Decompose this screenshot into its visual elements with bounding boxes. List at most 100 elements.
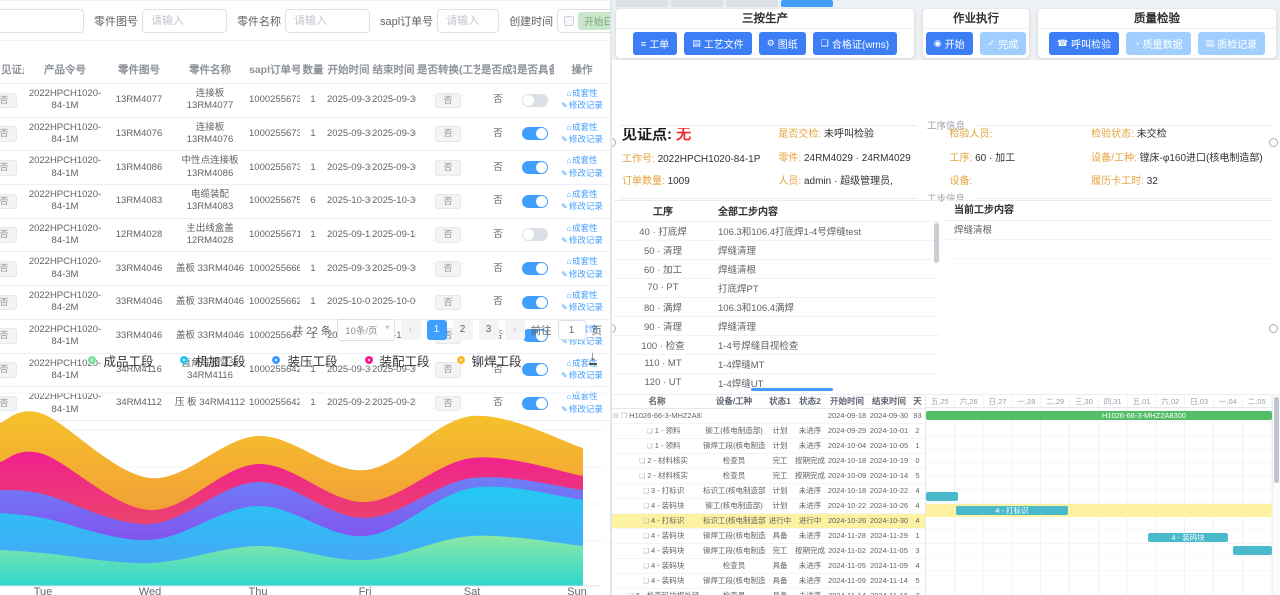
collapse-icon[interactable]: ⊟ bbox=[613, 413, 619, 420]
timeline-day-label: 一,04 bbox=[1214, 395, 1243, 407]
ready-toggle[interactable] bbox=[522, 228, 548, 241]
info-label: 工序: bbox=[950, 153, 976, 164]
jump-page-input[interactable] bbox=[558, 320, 586, 340]
gantt-scrollbar[interactable] bbox=[1272, 395, 1280, 595]
modify-record-link[interactable]: ✎修改记录 bbox=[561, 201, 603, 212]
info-item: 见证点: 无 bbox=[622, 128, 772, 143]
download-icon[interactable]: ↓ bbox=[589, 350, 598, 365]
gantt-end-cell: 2024-10-01 bbox=[868, 423, 910, 438]
completeness-link[interactable]: ⌂成套性 bbox=[566, 256, 597, 267]
legend-item[interactable]: 机加工段 bbox=[180, 351, 245, 370]
ready-toggle[interactable] bbox=[522, 262, 548, 275]
modify-record-link[interactable]: ✎修改记录 bbox=[561, 235, 603, 246]
gantt-bar[interactable]: 4 - 装码块 bbox=[1148, 533, 1228, 542]
pane-resize-handle[interactable] bbox=[612, 138, 616, 147]
gantt-row[interactable]: ❏1 - 领料铆焊工段(核电制造部)计划未进序2024-10-042024-10… bbox=[612, 438, 925, 453]
step-content: 焊缝清理 bbox=[712, 316, 940, 335]
完成-button[interactable]: ✓ 完成 bbox=[980, 32, 1027, 55]
leading-filter-input[interactable] bbox=[0, 9, 84, 33]
completeness-link[interactable]: ⌂成套性 bbox=[566, 290, 597, 301]
gantt-row[interactable]: ⊟❐H1026-66-3-MHZ2A83002024-09-182024-09-… bbox=[612, 408, 925, 423]
pane-resize-handle[interactable] bbox=[1269, 138, 1278, 147]
page-button[interactable]: 2 bbox=[453, 320, 473, 340]
工艺文件-button[interactable]: ▤ 工艺文件 bbox=[684, 32, 752, 55]
ready-toggle[interactable] bbox=[522, 94, 548, 107]
start-date-input[interactable]: 开始日期 bbox=[578, 12, 610, 30]
gantt-row[interactable]: ❏4 - 打标识标识工(核电制造部)进行中进行中2024-10-262024-1… bbox=[612, 513, 925, 528]
gantt-row[interactable]: ❏4 - 装码块铆工(核电制造部)计划未进序2024-10-222024-10-… bbox=[612, 498, 925, 513]
timeline-header: 五,25六,26日,27一,28二,29三,30四,31五,01六,02日,03… bbox=[926, 395, 1272, 408]
gantt-row[interactable]: ❏5 - 检查码块焊外径检查员具备未进序2024-11-142024-11-16… bbox=[612, 588, 925, 595]
质检记录-button[interactable]: ▤ 质检记录 bbox=[1198, 32, 1266, 55]
gantt-bar[interactable] bbox=[926, 492, 958, 501]
checkbox-icon[interactable] bbox=[564, 16, 574, 26]
ready-toggle[interactable] bbox=[522, 195, 548, 208]
step-row: 60 · 加工焊缝清根 bbox=[614, 259, 940, 278]
part-no-input[interactable] bbox=[142, 9, 227, 33]
ready-toggle[interactable] bbox=[522, 127, 548, 140]
gantt-bar[interactable]: 4 - 打标识 bbox=[956, 506, 1068, 515]
gantt-row[interactable]: ❏1 - 领料铆工(核电制造部)计划未进序2024-09-292024-10-0… bbox=[612, 423, 925, 438]
gantt-bar[interactable] bbox=[1233, 546, 1272, 555]
合格证(wms)-button[interactable]: ❏ 合格证(wms) bbox=[813, 32, 897, 55]
completeness-link[interactable]: ⌂成套性 bbox=[566, 223, 597, 234]
legend-item[interactable]: 铆焊工段 bbox=[457, 351, 522, 370]
completeness-link[interactable]: ⌂成套性 bbox=[566, 155, 597, 166]
gantt-status1-cell: 具备 bbox=[766, 588, 794, 595]
scrollbar-thumb[interactable] bbox=[1274, 397, 1279, 483]
step-row: 110 · MT1-4焊缝MT bbox=[614, 354, 940, 373]
page-size-select[interactable]: 10条/页 bbox=[337, 319, 394, 341]
transfer-cell: 否 bbox=[416, 84, 480, 118]
tab-stub[interactable] bbox=[616, 0, 668, 7]
tab-stub[interactable] bbox=[781, 0, 833, 7]
图纸-button[interactable]: ⚙ 图纸 bbox=[759, 32, 806, 55]
tab-stub[interactable] bbox=[726, 0, 778, 7]
质量数据-button[interactable]: ◔ 质量数据 bbox=[1126, 32, 1190, 55]
witness-cell: 否 bbox=[0, 117, 24, 151]
x-axis-label: Sun bbox=[567, 586, 587, 595]
check-icon: ✓ bbox=[988, 38, 996, 49]
sap-order-input[interactable] bbox=[437, 9, 499, 33]
prev-page-button[interactable]: ‹ bbox=[401, 320, 421, 340]
modify-record-link[interactable]: ✎修改记录 bbox=[561, 134, 603, 145]
create-time-range-picker[interactable]: 开始日期 - 结束日期 bbox=[557, 9, 610, 33]
modify-record-link[interactable]: ✎修改记录 bbox=[561, 168, 603, 179]
开始-button[interactable]: ◉ 开始 bbox=[926, 32, 973, 55]
modify-record-link[interactable]: ✎修改记录 bbox=[561, 269, 603, 280]
ready-toggle[interactable] bbox=[522, 296, 548, 309]
modify-record-link[interactable]: ✎修改记录 bbox=[561, 302, 603, 313]
legend-item[interactable]: 成品工段 bbox=[88, 351, 153, 370]
gantt-row[interactable]: ❏4 - 装码块铆焊工段(核电制造部)具备未进序2024-11-282024-1… bbox=[612, 528, 925, 543]
witness-cell: 否 bbox=[0, 252, 24, 286]
gantt-row[interactable]: ❏4 - 装码块铆焊工段(核电制造部)完工按期完成2024-11-022024-… bbox=[612, 543, 925, 558]
part-name-input[interactable] bbox=[285, 9, 370, 33]
gantt-row[interactable]: ❏4 - 装码块铆焊工段(核电制造部)具备未进序2024-11-092024-1… bbox=[612, 573, 925, 588]
gantt-bar[interactable]: H1026-66-3-MHZ2A8300 bbox=[926, 411, 1272, 420]
tab-stub[interactable] bbox=[671, 0, 723, 7]
gantt-row[interactable]: ❏2 - 材料核实检查员完工按期完成2024-10-182024-10-190 bbox=[612, 453, 925, 468]
column-header: 零件名称 bbox=[172, 56, 248, 84]
completeness-link[interactable]: ⌂成套性 bbox=[566, 122, 597, 133]
呼叫检验-button[interactable]: ☎ 呼叫检验 bbox=[1049, 32, 1119, 55]
next-page-button[interactable]: › bbox=[505, 320, 525, 340]
gantt-row[interactable]: ❏3 - 打标识标识工(核电制造部)计划未进序2024-10-182024-10… bbox=[612, 483, 925, 498]
gantt-row[interactable]: ❏2 - 材料核实检查员完工按期完成2024-10-092024-10-145 bbox=[612, 468, 925, 483]
legend-item[interactable]: 装压工段 bbox=[272, 351, 337, 370]
horizontal-scrollbar[interactable] bbox=[751, 388, 833, 391]
ready-toggle[interactable] bbox=[522, 161, 548, 174]
completeness-link[interactable]: ⌂成套性 bbox=[566, 189, 597, 200]
page-button[interactable]: 1 bbox=[427, 320, 447, 340]
工单-button[interactable]: ≡ 工单 bbox=[633, 32, 677, 55]
pane-resize-handle[interactable] bbox=[1269, 324, 1278, 333]
legend-item[interactable]: 装配工段 bbox=[365, 351, 430, 370]
vertical-scrollbar[interactable] bbox=[934, 223, 939, 263]
page-button[interactable]: 3 bbox=[479, 320, 499, 340]
modify-record-link[interactable]: ✎修改记录 bbox=[561, 100, 603, 111]
step-operation: 60 · 加工 bbox=[614, 259, 712, 278]
sap-order-cell: 10002556730 bbox=[248, 151, 300, 185]
gantt-row[interactable]: ❏4 - 装码块检查员具备未进序2024-11-052024-11-094 bbox=[612, 558, 925, 573]
qty-cell: 1 bbox=[300, 286, 326, 320]
steps-header-operation[interactable]: 工序 bbox=[614, 201, 712, 221]
completeness-link[interactable]: ⌂成套性 bbox=[566, 88, 597, 99]
gantt-start-cell: 2024-10-26 bbox=[826, 513, 868, 528]
